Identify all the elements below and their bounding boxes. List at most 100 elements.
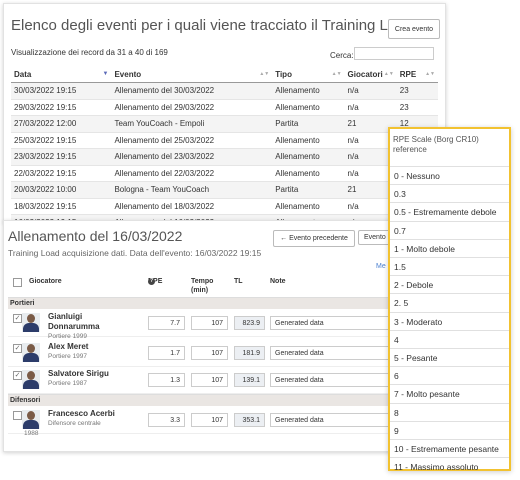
rpe-scale-item: 1 - Molto debole — [390, 238, 509, 257]
avatar — [22, 343, 40, 362]
player-name: Alex Meret — [48, 342, 89, 351]
note-input[interactable]: Generated data — [270, 316, 400, 330]
table-row[interactable]: 27/03/2022 12:00 Team YouCoach - Empoli Pa… — [11, 115, 438, 133]
column-header-player: Giocatore — [29, 278, 62, 285]
table-cell: Partita — [272, 115, 345, 133]
table-cell: Allenamento del 29/03/2022 — [111, 99, 273, 116]
avatar — [22, 410, 40, 429]
rpe-scale-item: 0 - Nessuno — [390, 166, 509, 184]
table-cell: Allenamento del 30/03/2022 — [111, 82, 273, 100]
table-cell: 23 — [396, 82, 438, 100]
group-header: Difensori — [8, 394, 400, 406]
table-cell: Allenamento del 22/03/2022 — [111, 165, 273, 182]
time-input[interactable]: 107 — [191, 346, 228, 360]
player-name: Salvatore Sirigu — [48, 369, 109, 378]
events-table-body: 30/03/2022 19:15 Allenamento del 30/03/20… — [11, 82, 438, 222]
session-panel: Allenamento del 16/03/2022 Training Load… — [3, 220, 403, 452]
table-cell: Allenamento — [272, 82, 345, 100]
column-header-rpe[interactable]: RPE ▲▼ — [396, 67, 438, 83]
rpe-scale-item: 4 — [390, 329, 509, 348]
rpe-scale-item: 0.3 — [390, 184, 509, 202]
table-cell: Bologna - Team YouCoach — [111, 181, 273, 199]
events-table-header: Data ▼ Evento ▲▼ Tipo ▲▼ Giocatori ▲▼ RPE ▲▼ — [11, 67, 438, 83]
player-row: ✓ Salvatore Sirigu Portiere 1987 1.3 107 139.… — [8, 367, 400, 394]
player-row: ✓ Gianluigi Donnarumma Portiere 1999 7.7 107… — [8, 310, 400, 340]
table-row[interactable]: 20/03/2022 10:00 Bologna - Team YouCoach P… — [11, 181, 438, 199]
player-name: Francesco Acerbi — [48, 409, 115, 418]
more-link[interactable]: Me — [376, 263, 386, 270]
table-cell: Allenamento del 18/03/2022 — [111, 198, 273, 215]
tl-value: 353.1 — [234, 413, 265, 427]
table-cell: 25/03/2022 19:15 — [11, 132, 112, 149]
table-cell: Allenamento del 23/03/2022 — [111, 148, 273, 166]
column-header-tl: TL — [234, 278, 243, 285]
player-checkbox[interactable]: ✓ — [13, 344, 22, 353]
group-header: Portieri — [8, 297, 400, 309]
rpe-scale-panel: RPE Scale (Borg CR10) reference 0 - Ness… — [388, 127, 511, 472]
sort-desc-icon: ▼ — [102, 71, 109, 77]
table-row[interactable]: 23/03/2022 19:15 Allenamento del 23/03/20… — [11, 148, 438, 166]
player-checkbox[interactable]: ✓ — [13, 314, 22, 323]
time-input[interactable]: 107 — [191, 413, 228, 427]
events-panel: Elenco degli eventi per i quali viene tr… — [3, 3, 446, 223]
rpe-scale-title: RPE Scale (Borg CR10) reference — [393, 135, 479, 154]
new-event-button[interactable]: Crea evento — [388, 19, 440, 39]
note-input[interactable]: Generated data — [270, 346, 400, 360]
sort-icon: ▲▼ — [259, 71, 270, 77]
search-input[interactable] — [354, 47, 434, 60]
tl-value: 181.9 — [234, 346, 265, 360]
table-row[interactable]: 18/03/2022 19:15 Allenamento del 18/03/20… — [11, 198, 438, 215]
rpe-input[interactable]: 3.3 — [148, 413, 185, 427]
rpe-scale-item: 2. 5 — [390, 293, 509, 311]
player-checkbox[interactable]: ✓ — [13, 371, 22, 380]
player-role-year: 1988 — [24, 430, 39, 437]
column-header-time: Tempo — [191, 278, 214, 285]
column-header-note: Note — [270, 278, 286, 285]
column-header-evento[interactable]: Evento ▲▼ — [111, 67, 273, 83]
table-cell: 27/03/2022 12:00 — [11, 115, 112, 133]
column-header-tipo[interactable]: Tipo ▲▼ — [272, 67, 345, 83]
table-cell: Allenamento — [272, 165, 345, 182]
tl-value: 139.1 — [234, 373, 265, 387]
rpe-input[interactable]: 7.7 — [148, 316, 185, 330]
player-row: ✓ Alex Meret Portiere 1997 1.7 107 181.9 Gener… — [8, 340, 400, 367]
column-header-giocatori[interactable]: Giocatori ▲▼ — [344, 67, 397, 83]
rpe-scale-item: 7 - Molto pesante — [390, 384, 509, 402]
time-input[interactable]: 107 — [191, 316, 228, 330]
player-role: Portiere 1999 — [48, 333, 88, 340]
player-name: Gianluigi Donnarumma — [48, 312, 100, 331]
table-cell: 29/03/2022 19:15 — [11, 99, 112, 116]
sort-icon: ▲▼ — [383, 71, 394, 77]
table-row[interactable]: 29/03/2022 19:15 Allenamento del 29/03/20… — [11, 99, 438, 116]
session-title: Allenamento del 16/03/2022 — [8, 228, 183, 244]
table-cell: Allenamento — [272, 198, 345, 215]
rpe-scale-item: 3 - Moderato — [390, 311, 509, 330]
table-row[interactable]: 25/03/2022 19:15 Allenamento del 25/03/20… — [11, 132, 438, 149]
table-cell: 30/03/2022 19:15 — [11, 82, 112, 100]
sort-icon: ▲▼ — [331, 71, 342, 77]
rpe-input[interactable]: 1.3 — [148, 373, 185, 387]
note-input[interactable]: Generated data — [270, 413, 400, 427]
table-cell: 22/03/2022 19:15 — [11, 165, 112, 182]
records-info: Visualizzazione dei record da 31 a 40 di… — [11, 48, 168, 57]
note-input[interactable]: Generated data — [270, 373, 400, 387]
table-cell: Allenamento — [272, 99, 345, 116]
avatar — [22, 370, 40, 389]
rpe-scale-item: 9 — [390, 420, 509, 439]
select-all-checkbox[interactable] — [13, 278, 22, 287]
search-label: Cerca: — [330, 51, 354, 60]
table-cell: 18/03/2022 19:15 — [11, 198, 112, 215]
rpe-scale-item: 0.7 — [390, 220, 509, 239]
time-input[interactable]: 107 — [191, 373, 228, 387]
table-row[interactable]: 22/03/2022 19:15 Allenamento del 22/03/20… — [11, 165, 438, 182]
sort-icon: ▲▼ — [425, 71, 435, 77]
player-checkbox[interactable] — [13, 411, 22, 420]
table-row[interactable]: 30/03/2022 19:15 Allenamento del 30/03/20… — [11, 82, 438, 100]
rpe-scale-item: 8 — [390, 402, 509, 421]
column-header-time-unit: (min) — [191, 287, 209, 294]
rpe-input[interactable]: 1.7 — [148, 346, 185, 360]
previous-event-button[interactable]: ← Evento precedente — [273, 230, 355, 247]
table-cell: Partita — [272, 181, 345, 199]
info-circle-icon[interactable]: ? — [148, 278, 155, 285]
column-header-data[interactable]: Data ▼ — [11, 67, 112, 83]
